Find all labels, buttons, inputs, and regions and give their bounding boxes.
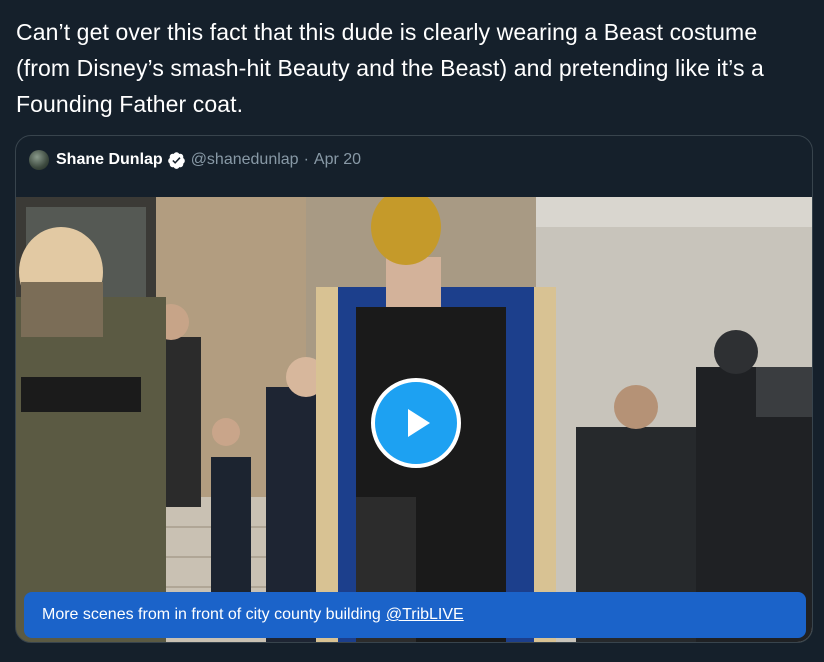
tweet-date[interactable]: Apr 20 bbox=[314, 151, 361, 169]
play-icon bbox=[408, 409, 430, 437]
play-button[interactable] bbox=[371, 378, 461, 468]
author-handle[interactable]: @shanedunlap bbox=[191, 151, 299, 169]
avatar[interactable] bbox=[29, 150, 49, 170]
quoted-tweet-header: Shane Dunlap @shanedunlap · Apr 20 bbox=[29, 147, 361, 173]
verified-badge-icon bbox=[167, 151, 186, 170]
video-caption: More scenes from in front of city county… bbox=[24, 592, 806, 638]
author-name[interactable]: Shane Dunlap bbox=[56, 151, 163, 169]
caption-text: More scenes from in front of city county… bbox=[42, 606, 381, 623]
video-player[interactable]: More scenes from in front of city county… bbox=[16, 197, 812, 642]
separator-dot: · bbox=[303, 151, 309, 168]
tweet-text: Can’t get over this fact that this dude … bbox=[16, 19, 764, 117]
caption-mention-link[interactable]: @TribLIVE bbox=[386, 606, 464, 624]
quoted-tweet-card[interactable]: Shane Dunlap @shanedunlap · Apr 20 More … bbox=[15, 135, 813, 643]
